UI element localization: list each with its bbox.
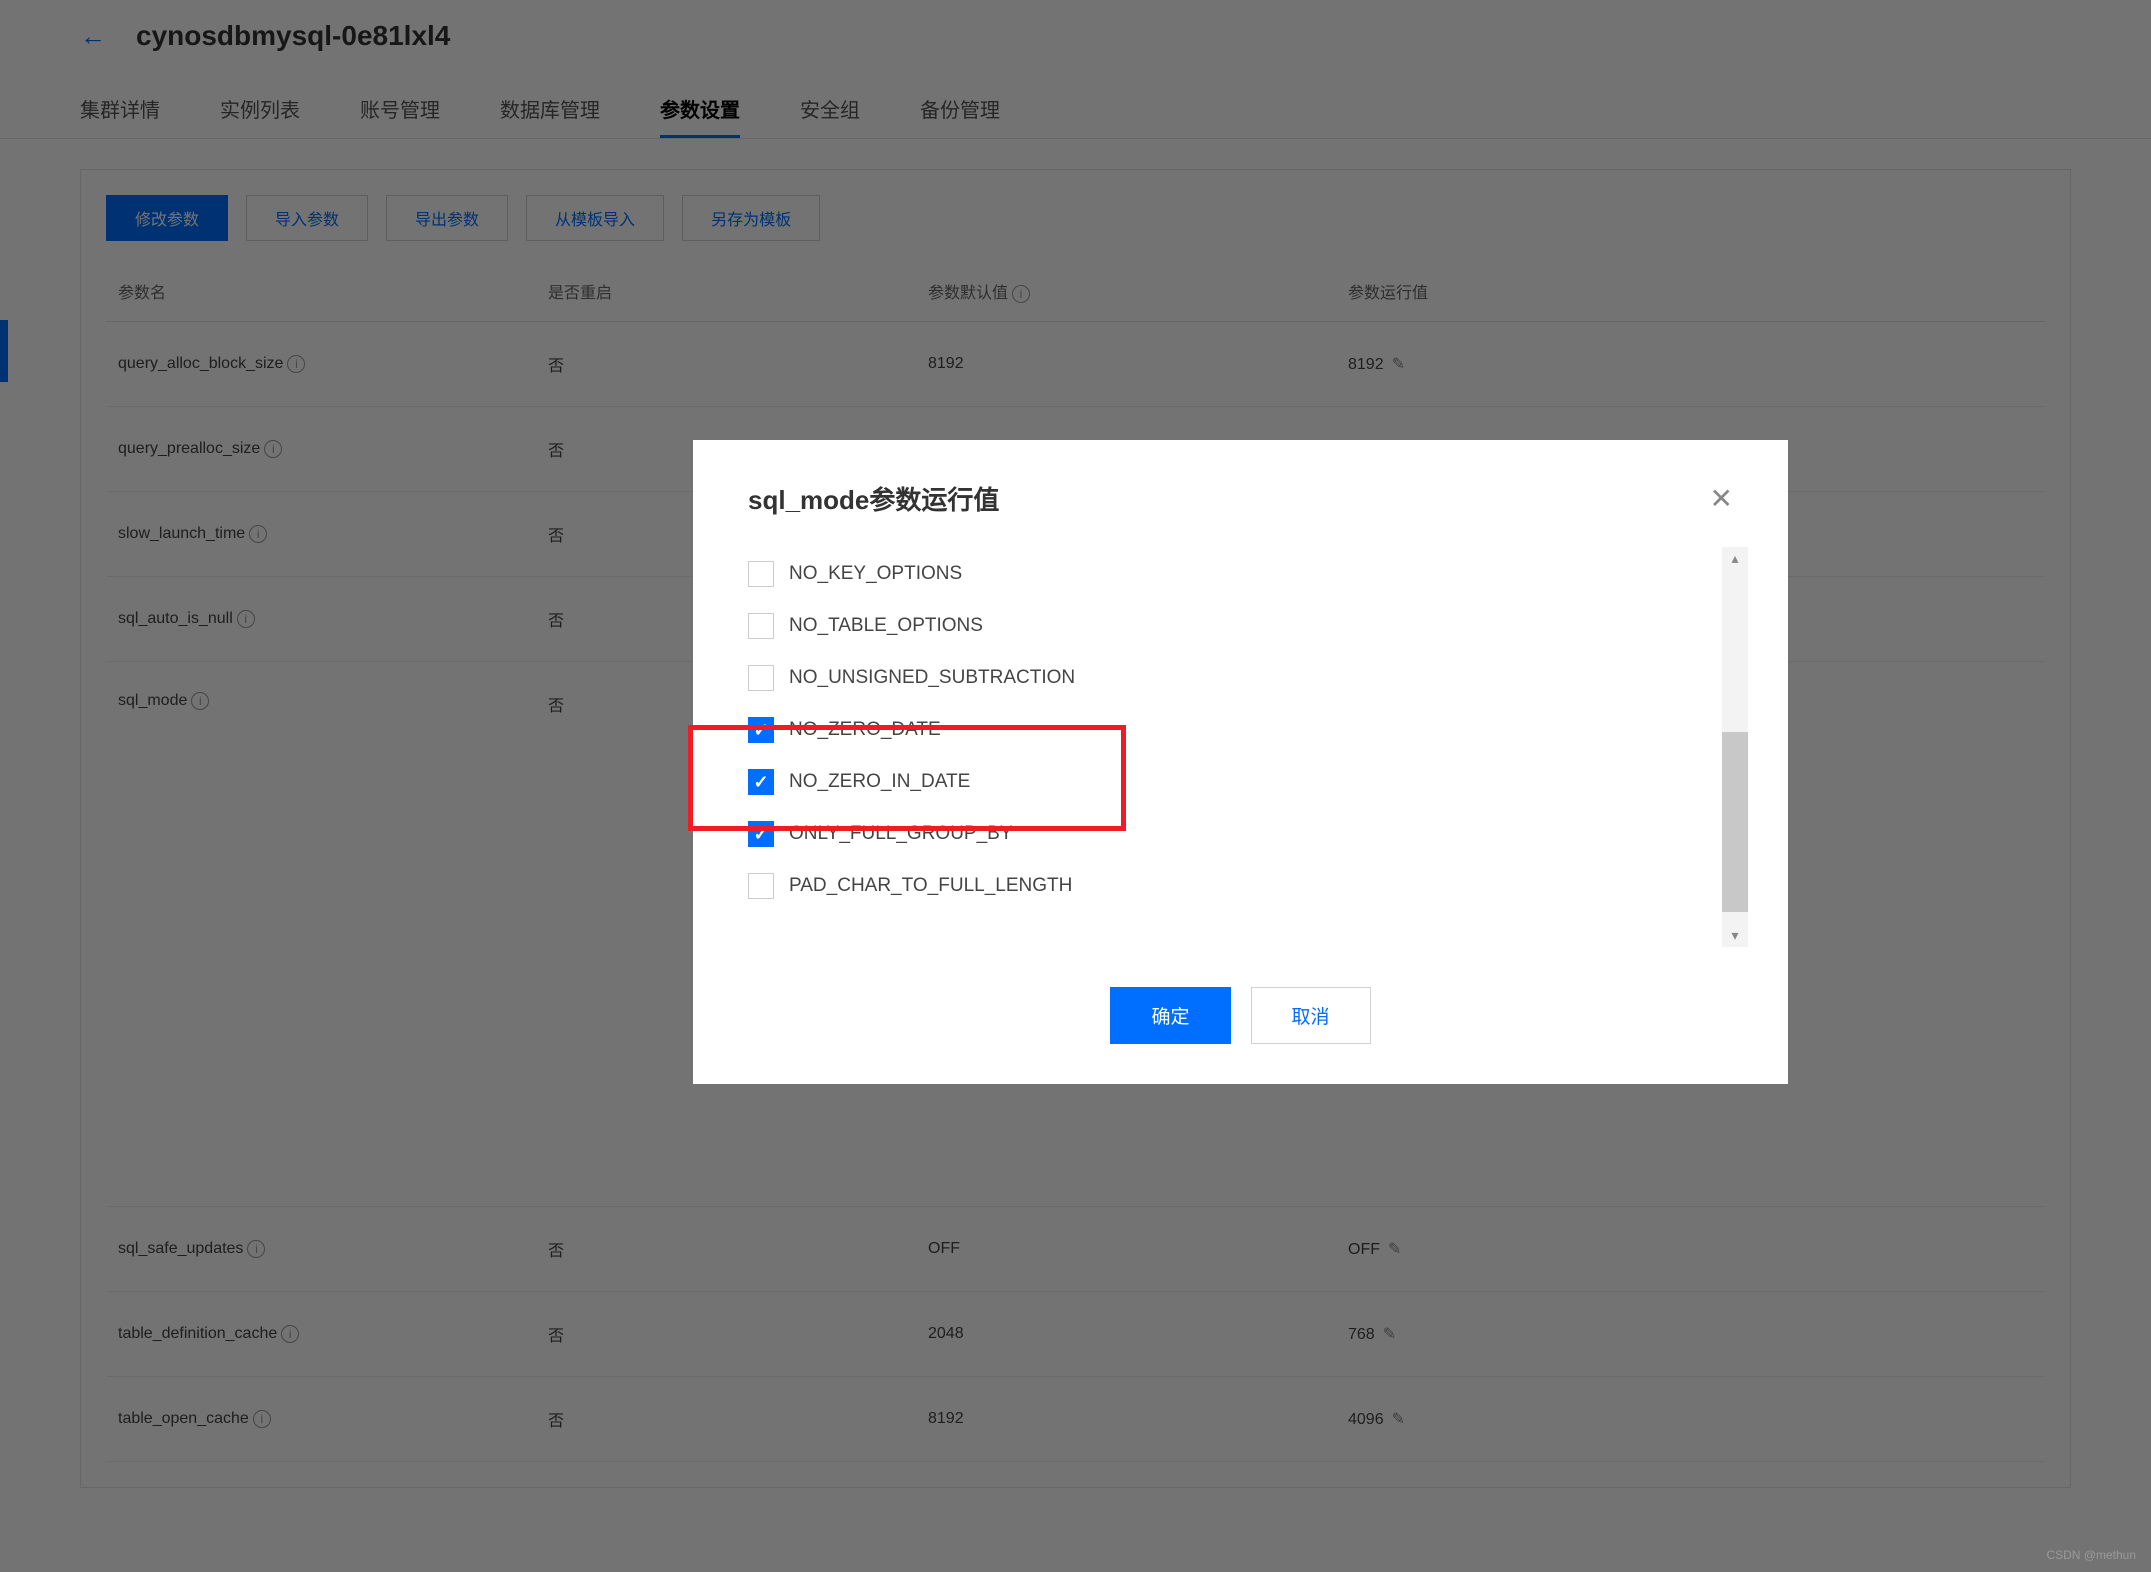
option-label: NO_ZERO_DATE [789,719,941,741]
watermark: CSDN @methun [2046,1548,2136,1562]
option-item[interactable]: NO_TABLE_OPTIONS [748,613,1708,639]
scrollbar-thumb[interactable] [1722,732,1748,912]
modal-body: NO_FIELD_OPTIONSNO_KEY_OPTIONSNO_TABLE_O… [748,547,1748,947]
option-label: NO_ZERO_IN_DATE [789,771,970,793]
option-label: NO_KEY_OPTIONS [789,563,962,585]
confirm-button[interactable]: 确定 [1110,987,1230,1044]
option-label: ONLY_FULL_GROUP_BY [789,823,1013,845]
checkbox[interactable] [748,821,774,847]
close-icon[interactable]: ✕ [1710,482,1733,515]
checkbox[interactable] [748,561,774,587]
cancel-button[interactable]: 取消 [1251,987,1371,1044]
modal-footer: 确定 取消 [693,947,1788,1084]
scrollbar-track[interactable]: ▴ ▾ [1722,547,1748,947]
checkbox[interactable] [748,769,774,795]
option-label: NO_UNSIGNED_SUBTRACTION [789,667,1075,689]
checkbox[interactable] [748,665,774,691]
sql-mode-modal: sql_mode参数运行值 ✕ NO_FIELD_OPTIONSNO_KEY_O… [693,440,1788,1084]
option-label: NO_TABLE_OPTIONS [789,615,983,637]
option-label: PAD_CHAR_TO_FULL_LENGTH [789,875,1072,897]
option-item[interactable]: NO_ZERO_DATE [748,717,1708,743]
option-item[interactable]: NO_KEY_OPTIONS [748,561,1708,587]
checkbox[interactable] [748,717,774,743]
option-item[interactable]: NO_ZERO_IN_DATE [748,769,1708,795]
checkbox[interactable] [748,613,774,639]
checkbox[interactable] [748,873,774,899]
option-item[interactable]: ONLY_FULL_GROUP_BY [748,821,1708,847]
option-item[interactable]: NO_UNSIGNED_SUBTRACTION [748,665,1708,691]
option-item[interactable]: PAD_CHAR_TO_FULL_LENGTH [748,873,1708,899]
scroll-down-icon[interactable]: ▾ [1731,924,1738,947]
modal-header: sql_mode参数运行值 ✕ [693,440,1788,547]
modal-title: sql_mode参数运行值 [748,480,999,517]
scroll-up-icon[interactable]: ▴ [1731,547,1738,570]
